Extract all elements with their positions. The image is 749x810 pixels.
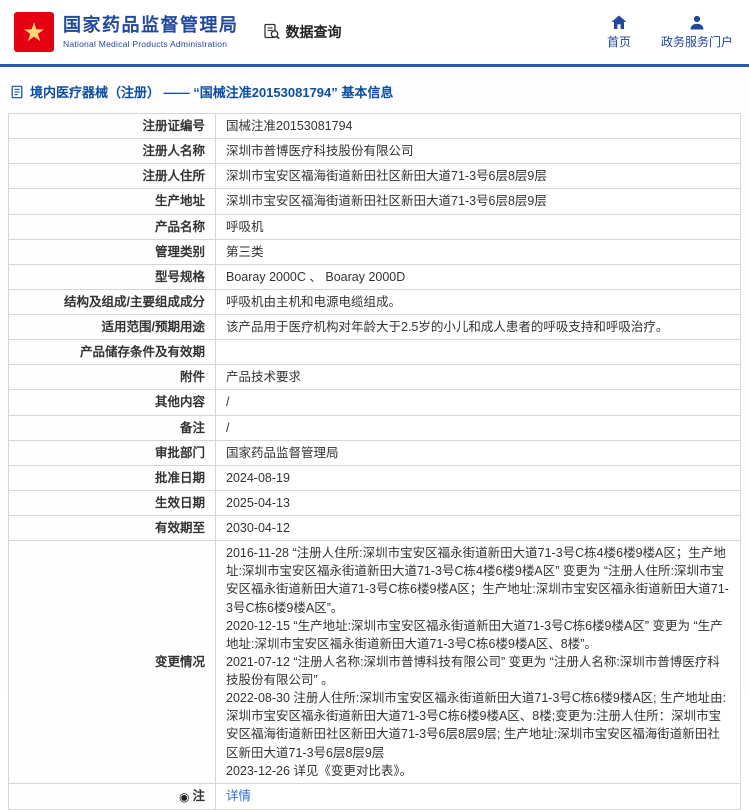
table-row: 审批部门国家药品监督管理局: [9, 440, 741, 465]
person-icon: [689, 15, 705, 30]
row-label: 批准日期: [9, 465, 216, 490]
table-row: 管理类别第三类: [9, 239, 741, 264]
table-row: 批准日期2024-08-19: [9, 465, 741, 490]
brand-text: 国家药品监督管理局 National Medical Products Admi…: [63, 15, 239, 49]
row-value: 该产品用于医疗机构对年龄大于2.5岁的小儿和成人患者的呼吸支持和呼吸治疗。: [216, 315, 741, 340]
nav-home-label: 首页: [607, 33, 631, 50]
table-row: 适用范围/预期用途该产品用于医疗机构对年龄大于2.5岁的小儿和成人患者的呼吸支持…: [9, 315, 741, 340]
table-row: 注册证编号国械注准20153081794: [9, 114, 741, 139]
row-label: 其他内容: [9, 390, 216, 415]
table-row: ◉注详情: [9, 783, 741, 809]
table-row: 生产地址深圳市宝安区福海街道新田社区新田大道71-3号6层8层9层: [9, 189, 741, 214]
row-label: 注册证编号: [9, 114, 216, 139]
row-label: 生效日期: [9, 490, 216, 515]
document-icon: [10, 84, 24, 100]
row-value: /: [216, 415, 741, 440]
home-icon: [611, 15, 627, 30]
row-label: ◉注: [9, 783, 216, 809]
row-value: 2016-11-28 “注册人住所:深圳市宝安区福永街道新田大道71-3号C栋4…: [216, 541, 741, 784]
row-value: 详情: [216, 783, 741, 809]
search-document-icon: [263, 23, 281, 41]
row-label: 附件: [9, 365, 216, 390]
data-query-nav[interactable]: 数据查询: [263, 22, 342, 42]
row-label: 管理类别: [9, 239, 216, 264]
row-value: 产品技术要求: [216, 365, 741, 390]
info-table-body: 注册证编号国械注准20153081794注册人名称深圳市普博医疗科技股份有限公司…: [9, 114, 741, 810]
table-row: 产品储存条件及有效期: [9, 340, 741, 365]
table-row: 产品名称呼吸机: [9, 214, 741, 239]
change-entry: 2021-07-12 “注册人名称:深圳市普博科技有限公司” 变更为 “注册人名…: [226, 653, 730, 689]
row-label: 结构及组成/主要组成成分: [9, 289, 216, 314]
brand: ★ 国家药品监督管理局 National Medical Products Ad…: [14, 12, 239, 52]
row-label: 适用范围/预期用途: [9, 315, 216, 340]
table-row: 有效期至2030-04-12: [9, 516, 741, 541]
change-entry: 2023-12-26 详见《变更对比表》。: [226, 762, 730, 780]
table-row: 结构及组成/主要组成成分呼吸机由主机和电源电缆组成。: [9, 289, 741, 314]
row-label: 有效期至: [9, 516, 216, 541]
detail-link[interactable]: 详情: [226, 789, 251, 803]
row-value: 呼吸机由主机和电源电缆组成。: [216, 289, 741, 314]
row-label: 生产地址: [9, 189, 216, 214]
table-row: 生效日期2025-04-13: [9, 490, 741, 515]
registration-info-table: 注册证编号国械注准20153081794注册人名称深圳市普博医疗科技股份有限公司…: [8, 113, 741, 810]
data-query-label: 数据查询: [286, 22, 342, 42]
national-emblem-icon: ★: [14, 12, 54, 52]
nav-home[interactable]: 首页: [607, 15, 631, 50]
content: 境内医疗器械（注册） —— “国械注准20153081794” 基本信息 注册证…: [0, 67, 749, 694]
change-entry: 2016-11-28 “注册人住所:深圳市宝安区福永街道新田大道71-3号C栋4…: [226, 544, 730, 617]
row-label: 产品储存条件及有效期: [9, 340, 216, 365]
header-nav: 首页 政务服务门户: [607, 15, 737, 50]
row-label: 审批部门: [9, 440, 216, 465]
row-value: [216, 340, 741, 365]
note-icon: ◉: [179, 789, 189, 806]
row-value: /: [216, 390, 741, 415]
row-label: 注册人住所: [9, 164, 216, 189]
row-label: 产品名称: [9, 214, 216, 239]
row-value: 2024-08-19: [216, 465, 741, 490]
table-row: 型号规格Boaray 2000C 、 Boaray 2000D: [9, 264, 741, 289]
change-entry: 2022-08-30 注册人住所:深圳市宝安区福永街道新田大道71-3号C栋6楼…: [226, 689, 730, 762]
site-header: ★ 国家药品监督管理局 National Medical Products Ad…: [0, 0, 749, 64]
emblem-star-icon: ★: [22, 19, 45, 45]
row-label: 注册人名称: [9, 139, 216, 164]
row-value: 深圳市宝安区福海街道新田社区新田大道71-3号6层8层9层: [216, 189, 741, 214]
row-value: Boaray 2000C 、 Boaray 2000D: [216, 264, 741, 289]
table-row: 注册人名称深圳市普博医疗科技股份有限公司: [9, 139, 741, 164]
row-value: 2030-04-12: [216, 516, 741, 541]
page: ★ 国家药品监督管理局 National Medical Products Ad…: [0, 0, 749, 694]
breadcrumb-text: 境内医疗器械（注册） —— “国械注准20153081794” 基本信息: [30, 82, 393, 101]
table-row: 备注/: [9, 415, 741, 440]
table-row: 注册人住所深圳市宝安区福海街道新田社区新田大道71-3号6层8层9层: [9, 164, 741, 189]
table-row: 变更情况2016-11-28 “注册人住所:深圳市宝安区福永街道新田大道71-3…: [9, 541, 741, 784]
nav-portal-label: 政务服务门户: [661, 33, 733, 50]
table-row: 附件产品技术要求: [9, 365, 741, 390]
site-subtitle: National Medical Products Administration: [63, 39, 239, 49]
breadcrumb: 境内医疗器械（注册） —— “国械注准20153081794” 基本信息: [10, 82, 741, 101]
row-value: 深圳市普博医疗科技股份有限公司: [216, 139, 741, 164]
row-value: 第三类: [216, 239, 741, 264]
row-value: 2025-04-13: [216, 490, 741, 515]
site-title: 国家药品监督管理局: [63, 15, 239, 36]
row-label: 型号规格: [9, 264, 216, 289]
row-label: 备注: [9, 415, 216, 440]
nav-portal[interactable]: 政务服务门户: [661, 15, 733, 50]
row-value: 深圳市宝安区福海街道新田社区新田大道71-3号6层8层9层: [216, 164, 741, 189]
change-entry: 2020-12-15 “生产地址:深圳市宝安区福永街道新田大道71-3号C栋6楼…: [226, 617, 730, 653]
row-value: 呼吸机: [216, 214, 741, 239]
row-value: 国械注准20153081794: [216, 114, 741, 139]
row-value: 国家药品监督管理局: [216, 440, 741, 465]
row-label: 变更情况: [9, 541, 216, 784]
table-row: 其他内容/: [9, 390, 741, 415]
